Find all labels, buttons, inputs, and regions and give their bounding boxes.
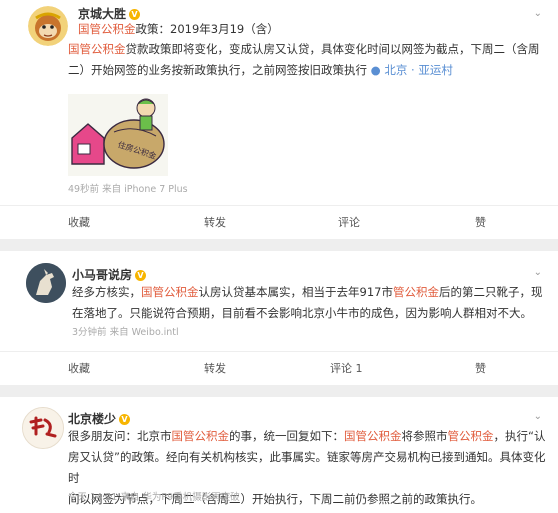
link-guoguan-gjj[interactable]: 国管公积金 [141,285,199,299]
client-link[interactable]: Weibo.intl [132,327,179,338]
link-guoguan-gjj[interactable]: 国管公积金 [172,429,230,443]
favorite-button[interactable]: 收藏 [68,206,90,240]
weibo-feed: 京城大胜 V ⌄ 国管公积金政策：2019年3月19（含） 国管公积金贷款政策即将… [0,0,558,513]
post-meta: 3分钟前 来自 Weibo.intl [72,327,179,338]
action-bar: 收藏 转发 评论 1 赞 [0,351,558,386]
location-pin-icon: ● [370,63,381,77]
link-gjj[interactable]: 管公积金 [393,285,439,299]
post-meta: 今天 14:21 来自 华为P9手机摄影再突破 [68,492,240,503]
post-card: 小马哥说房 V ⌄ 经多方核实，国管公积金认房认贷基本属实，相当于去年917市管公… [0,251,558,385]
post-text: 经多方核实，国管公积金认房认贷基本属实，相当于去年917市管公积金后的第二只靴子… [72,285,543,320]
link-guoguan-gjj[interactable]: 国管公积金 [68,42,126,56]
chevron-down-icon[interactable]: ⌄ [534,267,542,278]
monkey-avatar-icon [28,6,68,46]
username[interactable]: 小马哥说房 V [72,266,147,283]
like-button[interactable]: 赞 [475,352,486,386]
repost-button[interactable]: 转发 [204,206,226,240]
housing-fund-illustration: 住房公积金 [68,94,168,176]
action-bar: 收藏 转发 评论 赞 [0,205,558,240]
chevron-down-icon[interactable]: ⌄ [534,8,542,19]
post-text-body: 国管公积金贷款政策即将变化，变成认房又认贷，具体变化时间以网签为截点，下周二（含… [68,42,540,77]
horse-avatar-icon [26,263,66,303]
link-gjj[interactable]: 管公积金 [448,429,494,443]
link-guoguan-gjj[interactable]: 国管公积金 [78,22,136,36]
post-text: 国管公积金政策：2019年3月19（含） [78,22,279,36]
username[interactable]: 北京楼少 V [68,410,131,427]
calligraphy-logo-icon [23,408,63,448]
repost-button[interactable]: 转发 [204,352,226,386]
favorite-button[interactable]: 收藏 [68,352,90,386]
post-image[interactable]: 住房公积金 [68,94,168,176]
avatar[interactable] [28,6,68,46]
post-card: 京城大胜 V ⌄ 国管公积金政策：2019年3月19（含） 国管公积金贷款政策即将… [0,0,558,239]
comment-button[interactable]: 评论 [338,206,360,240]
post-meta: 49秒前 来自 iPhone 7 Plus [68,184,188,195]
avatar[interactable] [22,407,64,449]
verified-badge-icon: V [119,414,131,425]
like-button[interactable]: 赞 [475,206,486,240]
link-guoguan-gjj[interactable]: 国管公积金 [344,429,402,443]
verified-badge-icon: V [135,270,147,281]
location-link[interactable]: ● 北京 · 亚运村 [371,63,453,77]
chevron-down-icon[interactable]: ⌄ [534,411,542,422]
comment-button[interactable]: 评论 1 [330,352,363,386]
avatar[interactable] [26,263,66,303]
post-card: 北京楼少 V ⌄ 很多朋友问：北京市国管公积金的事，统一回复如下：国管公积金将参照… [0,397,558,513]
